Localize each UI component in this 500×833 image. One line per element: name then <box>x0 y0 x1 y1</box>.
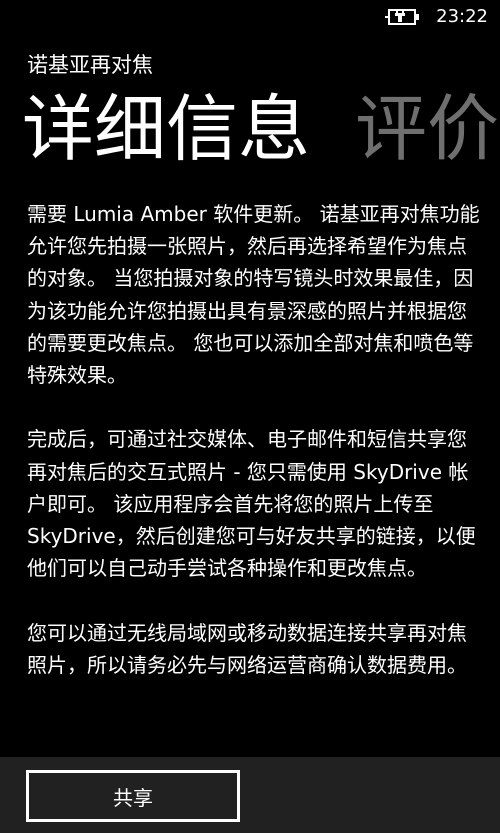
description-paragraph: 您可以通过无线局域网或移动数据连接共享再对焦照片，所以请务必先与网络运营商确认数… <box>27 620 467 677</box>
share-button[interactable]: 共享 <box>26 770 240 822</box>
status-clock: 23:22 <box>436 6 488 27</box>
app-bar: 共享 <box>0 757 500 833</box>
pivot-headers: 详细信息 评价 <box>0 84 500 176</box>
pivot-tab-reviews[interactable]: 评价 <box>355 84 499 174</box>
app-title: 诺基亚再对焦 <box>27 53 153 77</box>
description-panel: 需要 Lumia Amber 软件更新。 诺基亚再对焦功能允许您先拍摄一张照片，… <box>27 198 482 758</box>
description-paragraph: 需要 Lumia Amber 软件更新。 诺基亚再对焦功能允许您先拍摄一张照片，… <box>27 202 480 388</box>
battery-charging-icon <box>385 9 421 25</box>
status-bar: 23:22 <box>0 0 500 34</box>
pivot-tab-details[interactable]: 详细信息 <box>22 84 310 174</box>
description-paragraph: 完成后，可通过社交媒体、电子邮件和短信共享您再对焦后的交互式照片 - 您只需使用… <box>27 427 476 581</box>
